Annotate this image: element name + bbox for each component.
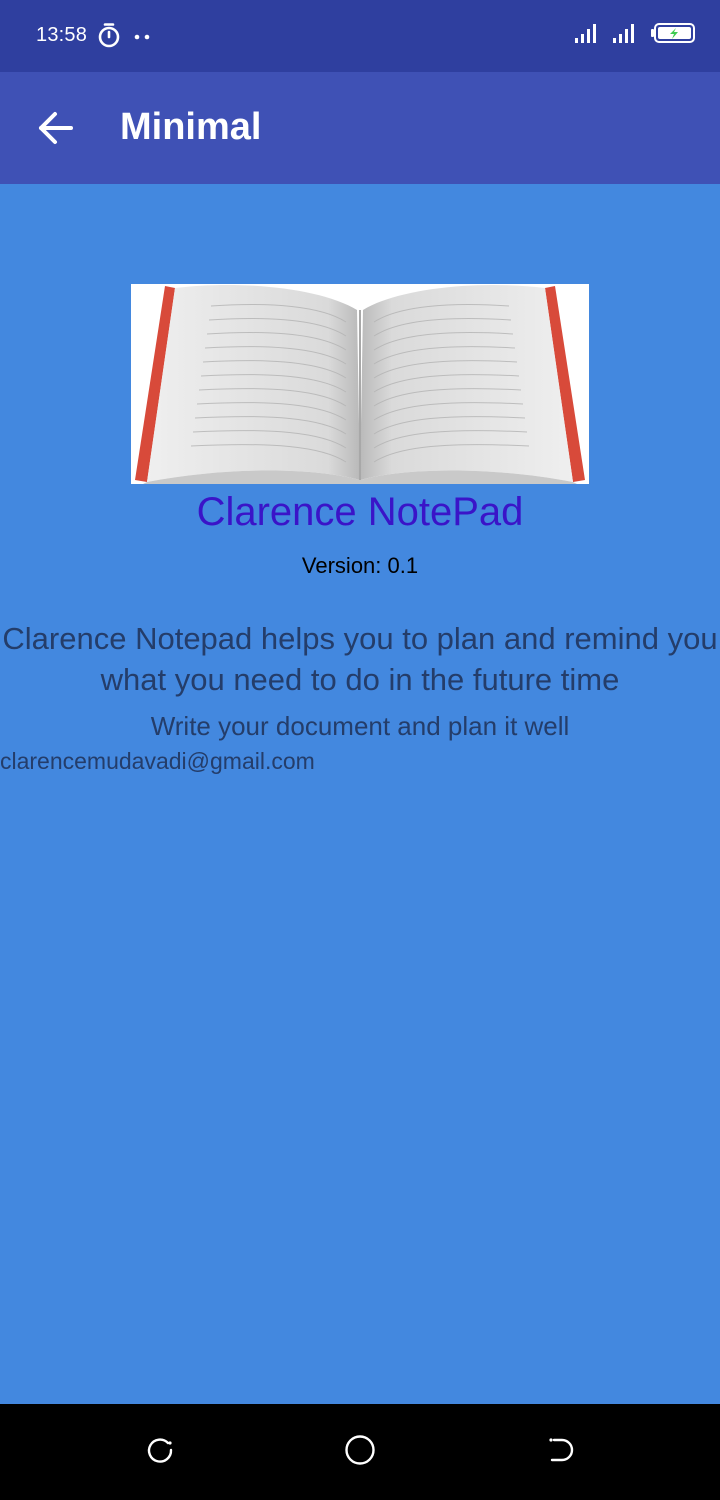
signal-icon (574, 22, 600, 49)
contact-email: clarencemudavadi@gmail.com (0, 748, 315, 774)
arrow-back-icon (38, 111, 74, 150)
about-content: Clarence NotePad Version: 0.1 Clarence N… (0, 184, 720, 1404)
more-dots-icon (132, 29, 152, 47)
back-button[interactable] (30, 108, 82, 152)
battery-charging-icon (650, 22, 696, 49)
signal-icon (612, 22, 638, 49)
status-right-icons (574, 22, 696, 49)
version-label: Version: 0.1 (301, 553, 419, 578)
navigation-bar (0, 1404, 720, 1500)
nav-back-button[interactable] (540, 1432, 580, 1472)
app-tagline: Write your document and plan it well (150, 711, 570, 741)
app-description: Clarence Notepad helps you to plan and r… (2, 621, 718, 697)
recent-apps-button[interactable] (140, 1432, 180, 1472)
app-bar: Minimal (0, 72, 720, 184)
timer-icon (96, 22, 122, 53)
open-book-image (131, 284, 589, 484)
status-bar: 13:58 (0, 0, 720, 72)
home-button[interactable] (340, 1432, 380, 1472)
recent-apps-icon (144, 1434, 176, 1471)
app-name: Clarence NotePad (196, 490, 524, 534)
app-title: Minimal (120, 106, 262, 148)
status-time: 13:58 (36, 24, 88, 46)
status-left-icons (96, 22, 152, 53)
home-icon (343, 1433, 377, 1472)
nav-back-icon (544, 1434, 576, 1471)
